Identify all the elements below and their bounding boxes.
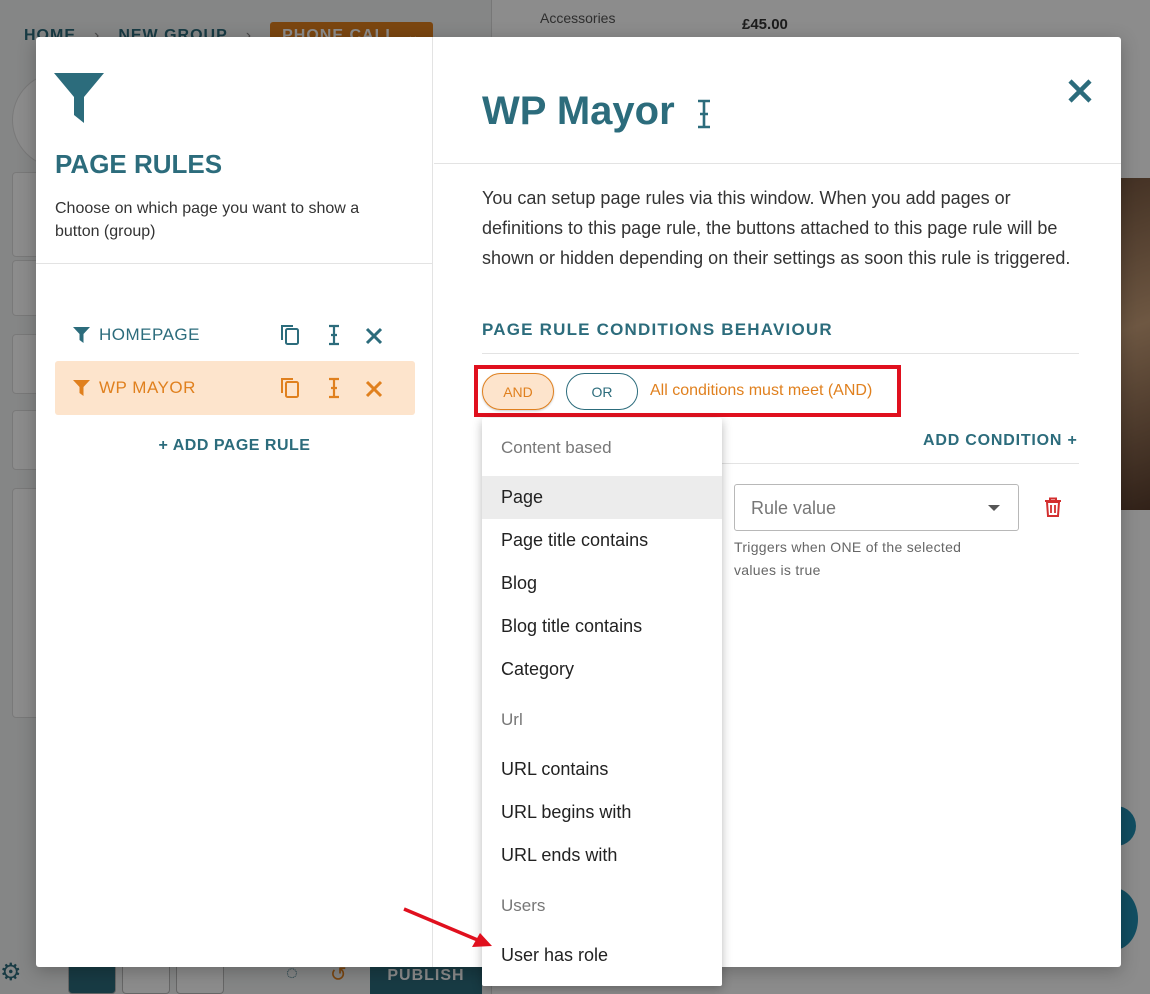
close-icon[interactable] [363,376,385,400]
divider [434,163,1121,164]
rule-value-hint: Triggers when ONE of the selected values… [734,539,962,578]
copy-icon[interactable] [279,376,301,400]
filter-icon [73,380,90,396]
page-rule-name: WP MAYOR [99,378,196,397]
behaviour-title: PAGE RULE CONDITIONS BEHAVIOUR [482,320,833,339]
page-rule-homepage[interactable]: HOMEPAGE [55,308,415,362]
divider [36,263,433,264]
caret-down-icon [988,505,1000,511]
rule-value-placeholder: Rule value [751,498,837,518]
or-toggle-button[interactable]: OR [566,373,638,410]
page-rule-name: HOMEPAGE [99,325,200,344]
annotation-arrow-icon [403,907,492,947]
behaviour-status: All conditions must meet (AND) [650,382,873,399]
dropdown-item-url-ends-with[interactable]: URL ends with [482,834,722,877]
copy-icon[interactable] [279,323,301,347]
text-cursor-icon[interactable] [323,323,345,347]
rule-title: WP Mayor [482,89,675,133]
close-icon[interactable] [363,323,385,347]
dropdown-item-category[interactable]: Category [482,648,722,691]
intro-text: You can setup page rules via this window… [482,188,1071,268]
dropdown-item-blog[interactable]: Blog [482,562,722,605]
close-icon[interactable] [1066,77,1094,105]
dropdown-item-page[interactable]: Page [482,476,722,519]
dropdown-item-blog-title-contains[interactable]: Blog title contains [482,605,722,648]
page-rule-wp-mayor[interactable]: WP MAYOR [55,361,415,415]
dropdown-item-user-has-role[interactable]: User has role [482,934,722,977]
trash-icon[interactable] [1044,497,1062,517]
dropdown-item-url-begins-with[interactable]: URL begins with [482,791,722,834]
dropdown-item-page-title-contains[interactable]: Page title contains [482,519,722,562]
rule-value-select[interactable]: Rule value [734,484,1019,531]
page-rules-panel: PAGE RULES Choose on which page you want… [36,37,433,967]
add-condition-button[interactable]: ADD CONDITION + [923,432,1078,450]
dropdown-group-users: Users [501,895,546,915]
filter-icon [54,73,104,123]
dropdown-group-url: Url [501,709,523,729]
and-toggle-button[interactable]: AND [482,373,554,410]
divider [482,353,1079,354]
add-page-rule-button[interactable]: + ADD PAGE RULE [36,437,433,455]
text-cursor-icon[interactable] [696,99,712,129]
dropdown-group-content-based: Content based [501,437,612,457]
page-rules-title: PAGE RULES [55,149,223,179]
text-cursor-icon[interactable] [323,376,345,400]
condition-type-dropdown: Content based Page Page title contains B… [482,418,722,986]
dropdown-item-url-contains[interactable]: URL contains [482,748,722,791]
filter-icon [73,327,90,343]
page-rules-description: Choose on which page you want to show a … [55,200,360,240]
